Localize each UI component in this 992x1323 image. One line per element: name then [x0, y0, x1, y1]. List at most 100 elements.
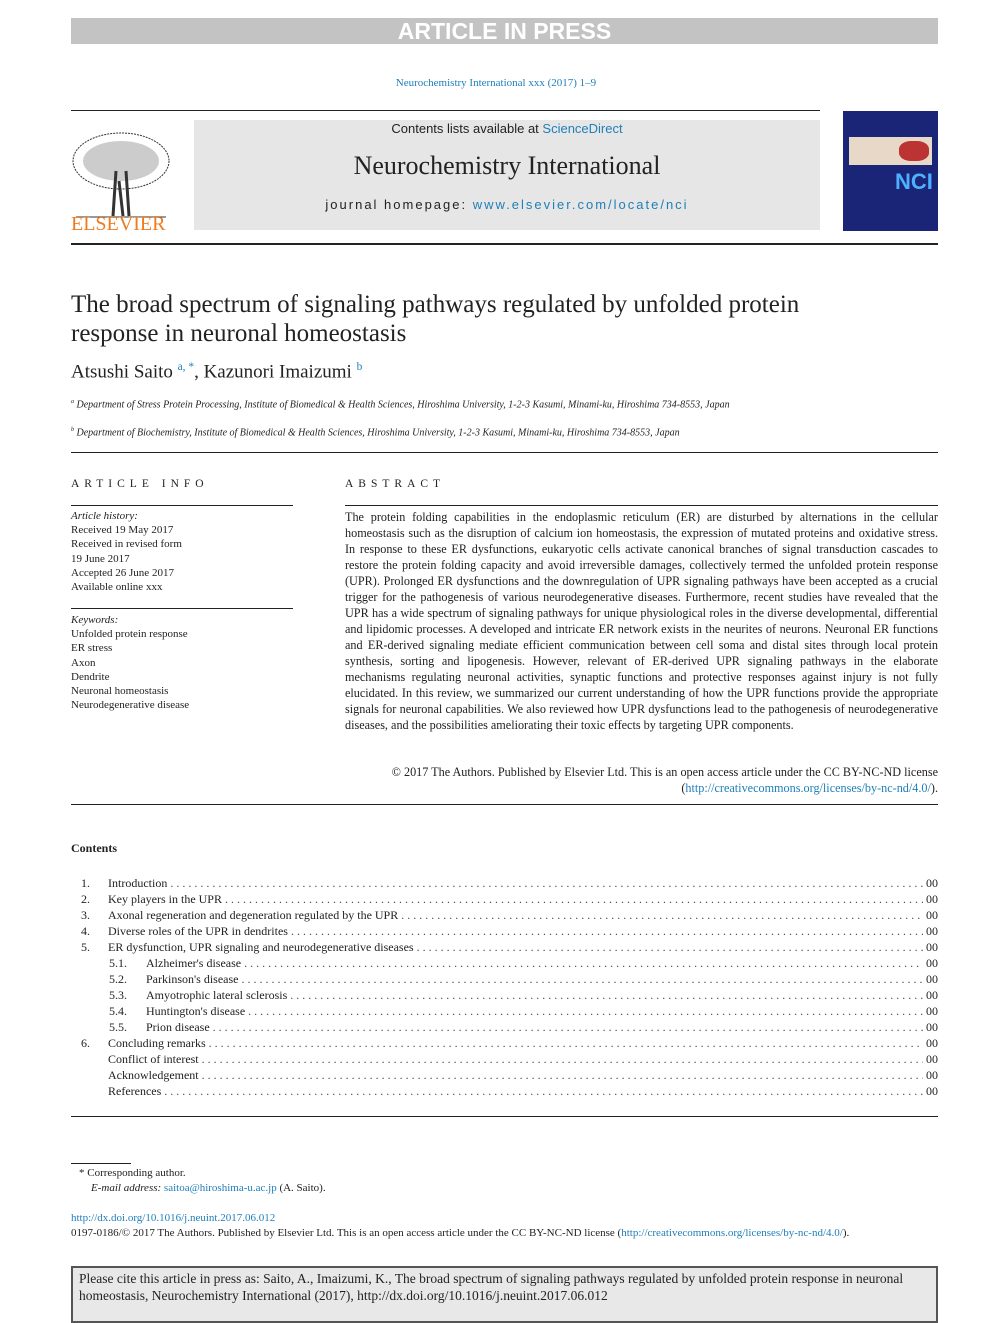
keyword: ER stress: [71, 642, 113, 655]
toc-label[interactable]: Parkinson's disease: [146, 971, 238, 987]
toc-entry[interactable]: 5.4. Huntington's disease 00: [71, 1003, 938, 1019]
divider: [71, 804, 938, 805]
toc-entry[interactable]: References 00: [71, 1083, 938, 1099]
author-affiliation-mark[interactable]: b: [357, 361, 363, 373]
divider: [71, 452, 938, 453]
toc-label[interactable]: Axonal regeneration and degeneration reg…: [108, 907, 398, 923]
toc-label[interactable]: Concluding remarks: [108, 1035, 206, 1051]
history-item: Available online xxx: [71, 581, 163, 594]
email-line: E-mail address: saitoa@hiroshima-u.ac.jp…: [91, 1181, 326, 1196]
toc-leader: [241, 971, 923, 987]
toc-page: 00: [926, 1004, 938, 1018]
toc-number: 3.: [81, 908, 90, 922]
article-in-press-banner: ARTICLE IN PRESS: [71, 18, 938, 44]
toc-page: 00: [926, 1036, 938, 1050]
toc-label[interactable]: Huntington's disease: [146, 1003, 245, 1019]
toc-entry[interactable]: 6. Concluding remarks 00: [71, 1035, 938, 1051]
toc-leader: [164, 1083, 923, 1099]
toc-entry[interactable]: 1. Introduction 00: [71, 875, 938, 891]
toc-page: 00: [926, 956, 938, 970]
affiliation-text: Department of Stress Protein Processing,…: [76, 399, 730, 411]
divider: [345, 505, 938, 506]
footnote-divider: [71, 1163, 131, 1164]
divider: [71, 110, 820, 111]
email-name: (A. Saito).: [279, 1182, 326, 1194]
issn-end: ).: [842, 1227, 850, 1239]
toc-leader: [202, 1067, 923, 1083]
toc-label[interactable]: Alzheimer's disease: [146, 955, 241, 971]
history-item: Accepted 26 June 2017: [71, 566, 174, 579]
toc-label[interactable]: Diverse roles of the UPR in dendrites: [108, 923, 288, 939]
toc-label[interactable]: Amyotrophic lateral sclerosis: [146, 987, 287, 1003]
toc-entry[interactable]: 5.3. Amyotrophic lateral sclerosis 00: [71, 987, 938, 1003]
toc-label[interactable]: Introduction: [108, 875, 167, 891]
doi-link[interactable]: http://dx.doi.org/10.1016/j.neuint.2017.…: [71, 1211, 275, 1226]
journal-reference-link[interactable]: Neurochemistry International xxx (2017) …: [0, 77, 992, 89]
issn-license-line: 0197-0186/© 2017 The Authors. Published …: [71, 1226, 849, 1241]
divider: [71, 608, 293, 609]
keywords: Keywords: Unfolded protein response ER s…: [71, 613, 189, 712]
email-label: E-mail address:: [91, 1182, 162, 1194]
toc-entry[interactable]: Acknowledgement 00: [71, 1067, 938, 1083]
toc-leader: [290, 987, 923, 1003]
affiliation-mark: a: [71, 399, 74, 405]
toc-number: 1.: [81, 876, 90, 890]
toc-leader: [244, 955, 923, 971]
keyword: Axon: [71, 656, 96, 669]
sciencedirect-link[interactable]: ScienceDirect: [542, 121, 622, 136]
toc-page: 00: [926, 876, 938, 890]
toc-page: 00: [926, 940, 938, 954]
contents-prefix: Contents lists available at: [391, 121, 543, 136]
toc-page: 00: [926, 1020, 938, 1034]
toc-number: 5.2.: [109, 972, 127, 986]
toc-number: 2.: [81, 892, 90, 906]
toc-number: 5.4.: [109, 1004, 127, 1018]
toc-entry[interactable]: 5.5. Prion disease 00: [71, 1019, 938, 1035]
toc-number: 5.5.: [109, 1020, 127, 1034]
toc-page: 00: [926, 1052, 938, 1066]
toc-label[interactable]: Conflict of interest: [108, 1051, 199, 1067]
issn-text: 0197-0186/© 2017 The Authors. Published …: [71, 1227, 622, 1239]
toc-entry[interactable]: 5. ER dysfunction, UPR signaling and neur…: [71, 939, 938, 955]
toc-label[interactable]: Acknowledgement: [108, 1067, 199, 1083]
toc-entry[interactable]: 2. Key players in the UPR 00: [71, 891, 938, 907]
author-name: Kazunori Imaizumi: [203, 361, 352, 383]
author-list: Atsushi Saito a, *, Kazunori Imaizumi b: [71, 361, 363, 383]
toc-label[interactable]: References: [108, 1083, 161, 1099]
license-link[interactable]: http://creativecommons.org/licenses/by-n…: [621, 1227, 843, 1239]
journal-header: Contents lists available at ScienceDirec…: [194, 120, 820, 230]
history-label: Article history:: [71, 510, 138, 522]
license-link[interactable]: http://creativecommons.org/licenses/by-n…: [685, 781, 931, 795]
toc-page: 00: [926, 988, 938, 1002]
keyword: Unfolded protein response: [71, 628, 188, 641]
email-link[interactable]: saitoa@hiroshima-u.ac.jp: [164, 1182, 277, 1194]
table-of-contents: 1. Introduction 00 2. Key players in the UPR…: [71, 875, 938, 1099]
toc-number: 6.: [81, 1036, 90, 1050]
author-affiliation-mark[interactable]: a, *: [178, 361, 194, 373]
affiliation-text: Department of Biochemistry, Institute of…: [76, 427, 680, 439]
toc-leader: [225, 891, 923, 907]
toc-leader: [291, 923, 923, 939]
abstract-text: The protein folding capabilities in the …: [345, 510, 938, 732]
toc-page: 00: [926, 1084, 938, 1098]
toc-entry[interactable]: 5.1. Alzheimer's disease 00: [71, 955, 938, 971]
toc-entry[interactable]: Conflict of interest 00: [71, 1051, 938, 1067]
toc-entry[interactable]: 5.2. Parkinson's disease 00: [71, 971, 938, 987]
contents-heading: Contents: [71, 841, 118, 855]
toc-label[interactable]: Prion disease: [146, 1019, 210, 1035]
journal-title: Neurochemistry International: [353, 151, 661, 180]
elsevier-wordmark: ELSEVIER: [71, 213, 166, 235]
homepage-link[interactable]: www.elsevier.com/locate/nci: [473, 197, 689, 212]
keyword: Dendrite: [71, 670, 110, 683]
article-history: Article history: Received 19 May 2017 Re…: [71, 509, 182, 594]
corresponding-author-note: * Corresponding author.: [79, 1167, 186, 1179]
toc-leader: [213, 1019, 923, 1035]
journal-cover-image: NCI: [843, 111, 938, 231]
toc-entry[interactable]: 4. Diverse roles of the UPR in dendrites 0…: [71, 923, 938, 939]
toc-number: 5.1.: [109, 956, 127, 970]
toc-entry[interactable]: 3. Axonal regeneration and degeneration r…: [71, 907, 938, 923]
toc-page: 00: [926, 908, 938, 922]
toc-label[interactable]: ER dysfunction, UPR signaling and neurod…: [108, 939, 414, 955]
toc-number: 5.3.: [109, 988, 127, 1002]
toc-label[interactable]: Key players in the UPR: [108, 891, 222, 907]
